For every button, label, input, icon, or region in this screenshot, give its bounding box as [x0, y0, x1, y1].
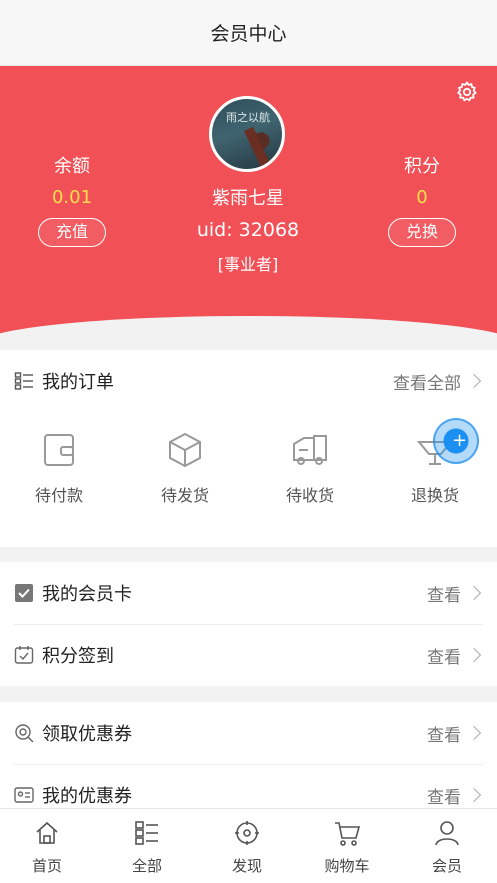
- id-card-icon: [14, 787, 34, 803]
- tab-member[interactable]: 会员: [402, 815, 492, 876]
- menu-action-link[interactable]: 查看: [427, 721, 461, 746]
- orders-view-all-link[interactable]: 查看全部: [393, 369, 461, 394]
- menu-row-member-card[interactable]: 我的会员卡 查看: [0, 562, 497, 624]
- user-uid: uid: 32068: [196, 219, 300, 241]
- gear-icon[interactable]: [455, 80, 479, 104]
- points-block: 积分 0 兑换: [367, 152, 477, 247]
- page-title: 会员中心: [210, 23, 287, 45]
- floating-add-button[interactable]: +: [433, 418, 479, 464]
- tab-label: 会员: [431, 857, 462, 875]
- checkbox-icon: [15, 584, 33, 602]
- tab-label: 全部: [131, 857, 162, 875]
- calendar-check-icon: [14, 646, 34, 664]
- wallet-icon: [44, 434, 74, 466]
- member-services-card: 我的会员卡 查看 积分签到 查看: [0, 562, 497, 686]
- points-value: 0: [416, 187, 428, 208]
- menu-action-link[interactable]: 查看: [427, 643, 461, 668]
- coupon-card: 领取优惠券 查看 我的优惠券 查看: [0, 702, 497, 812]
- orders-title: 我的订单: [42, 372, 114, 393]
- user-icon: [435, 821, 459, 846]
- balance-value: 0.01: [51, 187, 93, 208]
- orders-header-row[interactable]: 我的订单 查看全部: [0, 350, 497, 412]
- member-header: 雨之以航 余额 0.01 充值 紫雨七星 uid: 32068 [事业者] 积分…: [0, 66, 497, 336]
- menu-label: 领取优惠券: [42, 724, 132, 745]
- order-item-label: 待收货: [285, 486, 334, 505]
- menu-row-points-checkin[interactable]: 积分签到 查看: [0, 624, 497, 686]
- chevron-right-icon: [466, 725, 482, 741]
- plus-icon: +: [452, 430, 468, 451]
- chevron-right-icon: [466, 647, 482, 663]
- tab-home[interactable]: 首页: [2, 815, 92, 876]
- menu-label: 我的优惠券: [42, 786, 132, 807]
- points-label: 积分: [404, 156, 440, 177]
- tab-label: 首页: [31, 857, 62, 875]
- user-role: [事业者]: [217, 255, 279, 274]
- compass-icon: [235, 821, 259, 845]
- bottom-tab-bar: 首页 全部 发现 购物车 会员: [0, 808, 497, 883]
- tab-cart[interactable]: 购物车: [302, 815, 392, 876]
- tab-all[interactable]: 全部: [102, 815, 192, 876]
- orders-card: 我的订单 查看全部 待付款 待发货 待收货 退换货: [0, 350, 497, 547]
- user-name: 紫雨七星: [212, 188, 284, 209]
- cart-icon: [335, 822, 361, 846]
- truck-icon: [293, 435, 327, 465]
- menu-row-get-coupon[interactable]: 领取优惠券 查看: [0, 702, 497, 764]
- avatar-caption: 雨之以航: [226, 111, 270, 124]
- order-item-label: 待发货: [160, 486, 209, 505]
- coupon-search-icon: [15, 724, 34, 743]
- chevron-right-icon: [466, 787, 482, 803]
- list-icon: [135, 821, 158, 845]
- order-pending-payment[interactable]: 待付款: [9, 430, 109, 506]
- balance-block: 余额 0.01 充值: [17, 152, 127, 247]
- list-icon: [14, 372, 33, 390]
- order-pending-receipt[interactable]: 待收货: [260, 430, 360, 506]
- menu-label: 积分签到: [42, 646, 114, 667]
- box-icon: [169, 432, 201, 468]
- order-item-label: 待付款: [34, 486, 83, 505]
- order-pending-shipment[interactable]: 待发货: [135, 430, 235, 506]
- avatar-boat-graphic: [244, 126, 270, 168]
- exchange-button[interactable]: 兑换: [388, 218, 456, 247]
- top-nav-bar: 会员中心: [0, 0, 497, 66]
- menu-label: 我的会员卡: [42, 584, 132, 605]
- chevron-right-icon: [466, 373, 482, 389]
- tab-label: 购物车: [324, 857, 370, 875]
- home-icon: [36, 821, 58, 844]
- order-item-label: 退换货: [410, 486, 459, 505]
- header-curve-divider: [0, 316, 497, 336]
- tab-discover[interactable]: 发现: [202, 815, 292, 876]
- chevron-right-icon: [466, 585, 482, 601]
- menu-action-link[interactable]: 查看: [427, 783, 461, 808]
- balance-label: 余额: [54, 156, 90, 177]
- avatar[interactable]: 雨之以航: [209, 96, 285, 172]
- menu-action-link[interactable]: 查看: [427, 581, 461, 606]
- tab-label: 发现: [231, 857, 262, 875]
- recharge-button[interactable]: 充值: [38, 218, 106, 247]
